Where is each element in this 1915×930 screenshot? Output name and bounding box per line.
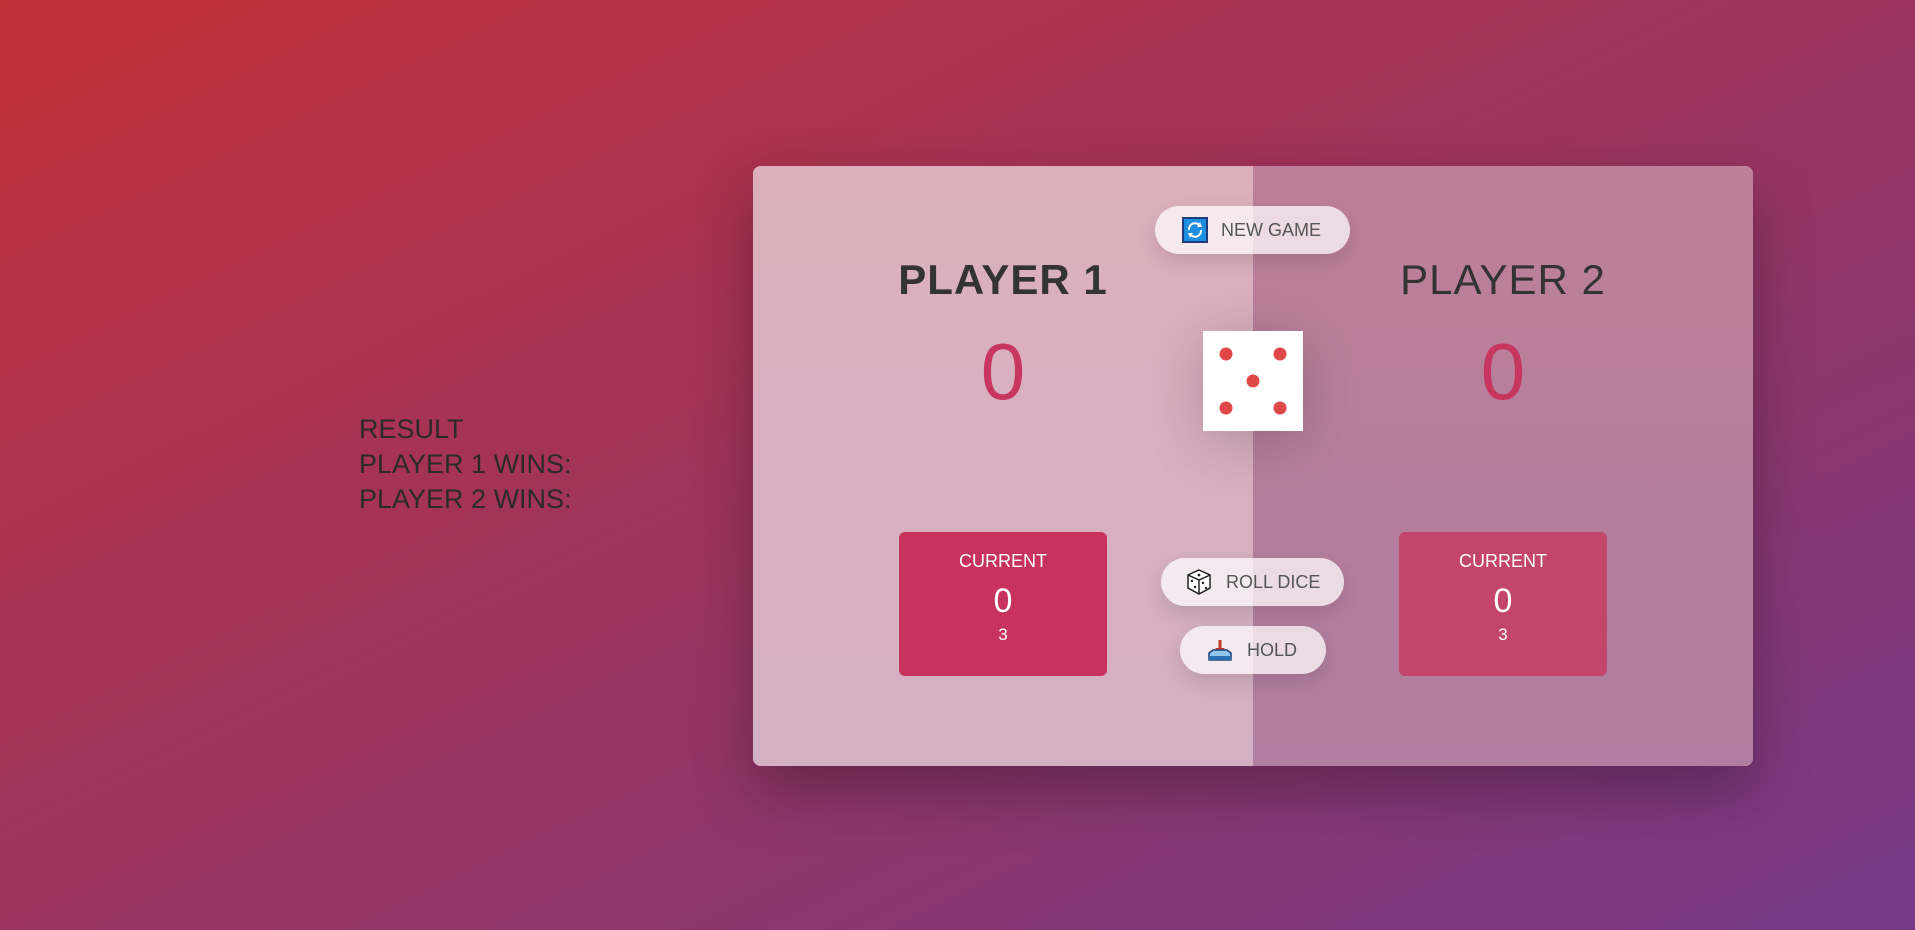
dice-face <box>1219 347 1287 415</box>
player1-score: 0 <box>980 327 1026 416</box>
dice-pip <box>1246 374 1260 388</box>
player1-name: PLAYER 1 <box>898 256 1108 303</box>
player2-current-label: CURRENT <box>1459 551 1547 571</box>
roll-dice-button[interactable]: ROLL DICE <box>1161 558 1344 606</box>
player2-current-sub: 3 <box>1498 625 1508 644</box>
dice-pip <box>1273 401 1287 415</box>
player1-current-score: 0 <box>993 582 1013 620</box>
roll-dice-label: ROLL DICE <box>1226 571 1321 592</box>
player2-name: PLAYER 2 <box>1400 256 1606 303</box>
dice-pip <box>1219 401 1233 415</box>
player2-current-score: 0 <box>1493 582 1513 620</box>
player2-current-box: CURRENT 0 3 <box>1399 532 1607 676</box>
player1-current-sub: 3 <box>998 625 1008 644</box>
refresh-icon <box>1181 216 1209 244</box>
dice-pip <box>1219 347 1233 361</box>
result-title: RESULT <box>359 414 464 444</box>
player1-wins-label: PLAYER 1 WINS: <box>359 449 572 479</box>
player2-panel: PLAYER 2 0 CURRENT 0 3 <box>1253 166 1753 766</box>
hold-label: HOLD <box>1247 639 1298 660</box>
dice <box>1203 331 1303 431</box>
result-panel: RESULT PLAYER 1 WINS: PLAYER 2 WINS: <box>359 412 572 517</box>
player1-panel: PLAYER 1 0 CURRENT 0 3 <box>753 166 1253 766</box>
player1-current-label: CURRENT <box>959 551 1047 571</box>
hold-icon <box>1206 636 1234 664</box>
new-game-label: NEW GAME <box>1221 219 1322 240</box>
player2-score: 0 <box>1480 327 1526 416</box>
dice-icon <box>1185 568 1213 596</box>
new-game-button[interactable]: NEW GAME <box>1155 206 1350 254</box>
player1-current-box: CURRENT 0 3 <box>899 532 1107 676</box>
game-board: PLAYER 1 0 CURRENT 0 3 PLAYER 2 0 CURREN… <box>753 166 1753 766</box>
player2-wins-label: PLAYER 2 WINS: <box>359 484 572 514</box>
dice-pip <box>1273 347 1287 361</box>
hold-button[interactable]: HOLD <box>1180 626 1326 674</box>
